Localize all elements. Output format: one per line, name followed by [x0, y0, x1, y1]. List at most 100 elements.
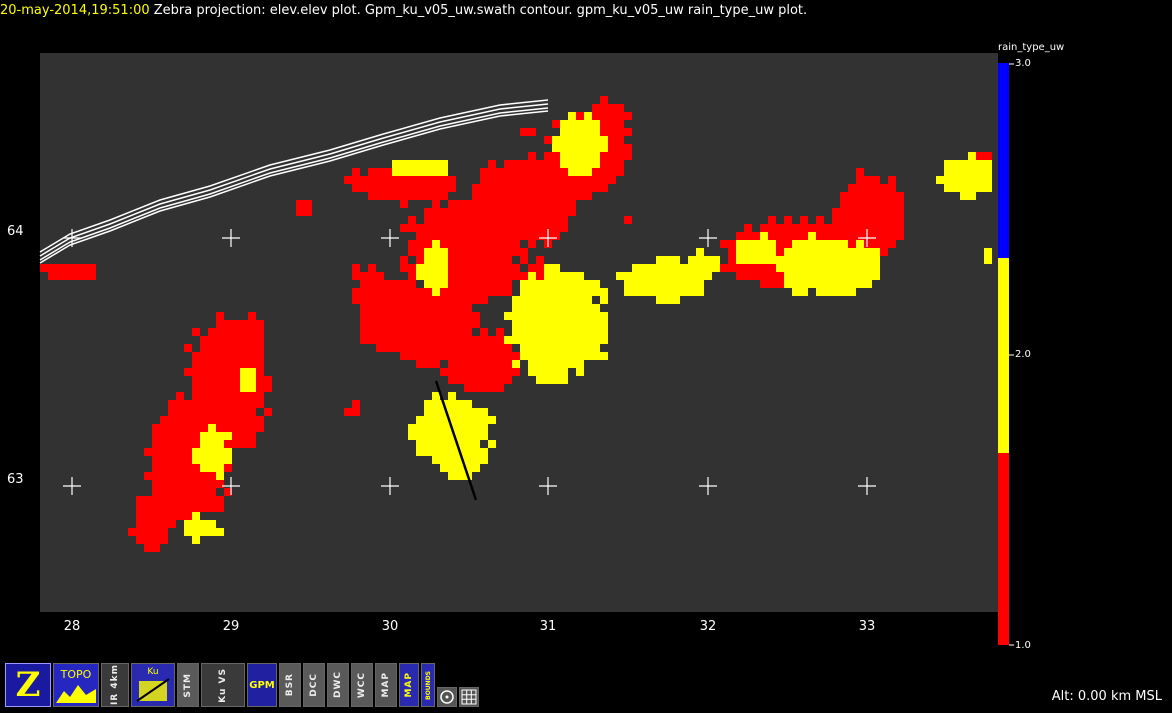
- stratiform-cell: [512, 312, 520, 320]
- convective-cell: [896, 200, 904, 208]
- convective-cell: [184, 416, 192, 424]
- stratiform-cell: [968, 152, 976, 160]
- stratiform-cell: [816, 264, 824, 272]
- convective-cell: [560, 192, 568, 200]
- convective-cell: [216, 504, 224, 512]
- stratiform-cell: [832, 264, 840, 272]
- convective-cell: [528, 152, 536, 160]
- topo-button[interactable]: TOPO: [53, 663, 99, 707]
- convective-cell: [848, 240, 856, 248]
- convective-cell: [520, 256, 528, 264]
- bounds-button[interactable]: BOUNDS: [421, 663, 435, 707]
- circle-tool-button[interactable]: [437, 687, 457, 707]
- stratiform-cell: [472, 448, 480, 456]
- convective-cell: [616, 144, 624, 152]
- convective-cell: [360, 296, 368, 304]
- stratiform-cell: [456, 464, 464, 472]
- map-button[interactable]: MAP: [375, 663, 397, 707]
- stratiform-cell: [864, 280, 872, 288]
- stratiform-cell: [600, 136, 608, 144]
- convective-cell: [384, 328, 392, 336]
- y-tick-64: 64: [7, 224, 24, 239]
- stratiform-cell: [560, 352, 568, 360]
- stratiform-cell: [248, 376, 256, 384]
- zebra-button[interactable]: Z: [5, 663, 51, 707]
- convective-cell: [488, 240, 496, 248]
- stratiform-cell: [792, 280, 800, 288]
- wcc-button[interactable]: WCC: [351, 663, 373, 707]
- stratiform-cell: [480, 416, 488, 424]
- convective-cell: [432, 352, 440, 360]
- stratiform-cell: [552, 320, 560, 328]
- convective-cell: [552, 208, 560, 216]
- ku-vs-button[interactable]: Ku VS: [201, 663, 245, 707]
- convective-cell: [776, 280, 784, 288]
- convective-cell: [208, 408, 216, 416]
- convective-cell: [856, 176, 864, 184]
- gpm-button[interactable]: GPM: [247, 663, 277, 707]
- convective-cell: [400, 304, 408, 312]
- convective-cell: [512, 248, 520, 256]
- grid-tool-button[interactable]: [459, 687, 479, 707]
- stratiform-cell: [432, 240, 440, 248]
- stratiform-cell: [552, 136, 560, 144]
- convective-cell: [160, 416, 168, 424]
- convective-cell: [496, 200, 504, 208]
- stratiform-cell: [680, 272, 688, 280]
- stm-button[interactable]: STM: [177, 663, 199, 707]
- convective-cell: [448, 264, 456, 272]
- map-plot[interactable]: [0, 0, 1172, 713]
- stratiform-cell: [840, 240, 848, 248]
- convective-cell: [144, 504, 152, 512]
- stratiform-cell: [576, 168, 584, 176]
- convective-cell: [496, 328, 504, 336]
- stratiform-cell: [560, 280, 568, 288]
- convective-cell: [160, 456, 168, 464]
- convective-cell: [400, 264, 408, 272]
- stratiform-cell: [536, 296, 544, 304]
- dcc-button[interactable]: DCC: [303, 663, 325, 707]
- stratiform-cell: [664, 280, 672, 288]
- convective-cell: [720, 264, 728, 272]
- bsr-button[interactable]: BSR: [279, 663, 301, 707]
- convective-cell: [432, 344, 440, 352]
- convective-cell: [40, 264, 48, 272]
- ir-satellite-button[interactable]: IR 4km: [101, 663, 129, 707]
- convective-cell: [144, 496, 152, 504]
- dwc-label: DWC: [333, 671, 343, 699]
- map-overlay-button[interactable]: MAP: [399, 663, 419, 707]
- stratiform-cell: [848, 256, 856, 264]
- convective-cell: [88, 264, 96, 272]
- dwc-button[interactable]: DWC: [327, 663, 349, 707]
- stratiform-cell: [584, 328, 592, 336]
- stratiform-cell: [416, 440, 424, 448]
- convective-cell: [376, 192, 384, 200]
- convective-cell: [416, 248, 424, 256]
- ku-button[interactable]: Ku: [131, 663, 175, 707]
- convective-cell: [160, 472, 168, 480]
- stratiform-cell: [600, 320, 608, 328]
- stratiform-cell: [696, 288, 704, 296]
- convective-cell: [496, 192, 504, 200]
- convective-cell: [424, 360, 432, 368]
- stratiform-cell: [848, 272, 856, 280]
- convective-cell: [856, 208, 864, 216]
- stratiform-cell: [960, 192, 968, 200]
- stratiform-cell: [672, 272, 680, 280]
- stratiform-cell: [768, 248, 776, 256]
- convective-cell: [192, 376, 200, 384]
- convective-cell: [608, 160, 616, 168]
- convective-cell: [152, 528, 160, 536]
- convective-cell: [232, 400, 240, 408]
- stratiform-cell: [528, 336, 536, 344]
- convective-cell: [192, 360, 200, 368]
- stratiform-cell: [560, 160, 568, 168]
- stratiform-cell: [632, 280, 640, 288]
- stratiform-cell: [952, 160, 960, 168]
- convective-cell: [208, 480, 216, 488]
- convective-cell: [56, 272, 64, 280]
- convective-cell: [392, 304, 400, 312]
- stratiform-cell: [416, 264, 424, 272]
- convective-cell: [760, 264, 768, 272]
- stratiform-cell: [240, 376, 248, 384]
